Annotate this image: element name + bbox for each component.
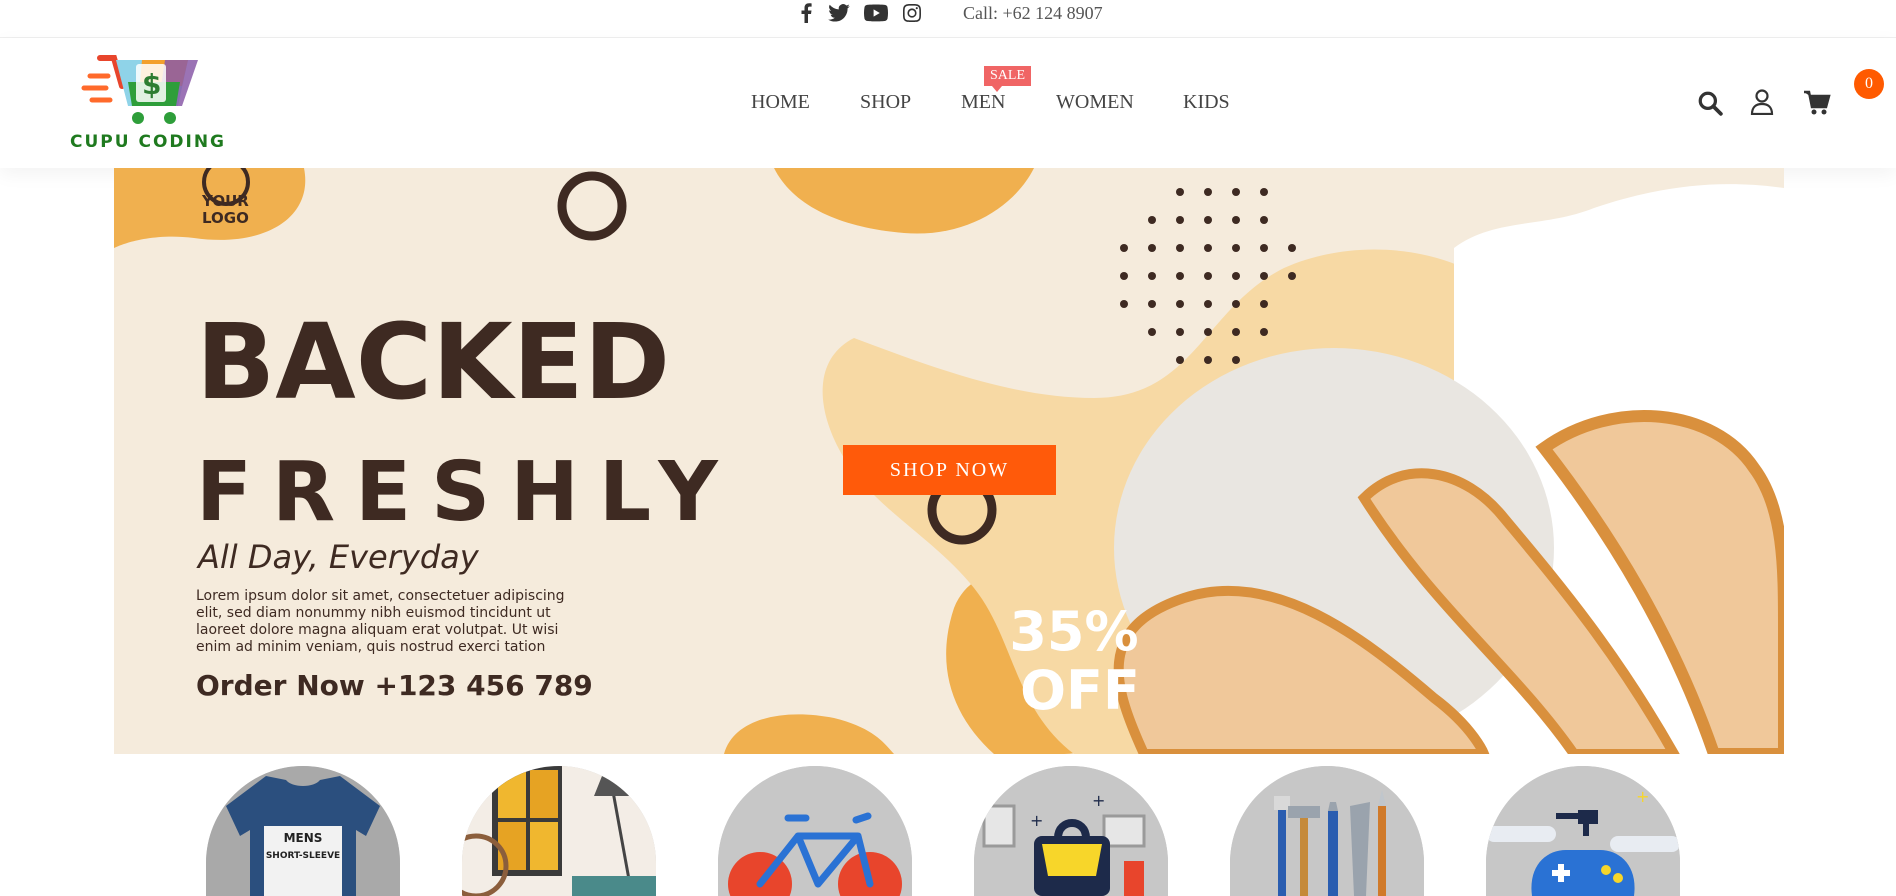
category-tshirt[interactable]: MENS SHORT-SLEEVE: [206, 766, 400, 896]
bicycle-icon: [718, 766, 912, 896]
cart-count-badge: 0: [1854, 69, 1884, 99]
category-home-decor[interactable]: [462, 766, 656, 896]
nav-home[interactable]: HOME: [751, 91, 810, 114]
banner-discount-1: 35%: [1009, 600, 1138, 663]
brand-logo[interactable]: $ CUPU CODING: [70, 46, 240, 156]
facebook-icon[interactable]: [800, 2, 812, 24]
svg-text:$: $: [142, 68, 161, 101]
cart-icon[interactable]: [1803, 90, 1831, 121]
top-bar: Call: +62 124 8907: [0, 0, 1896, 38]
call-number: Call: +62 124 8907: [963, 3, 1103, 23]
youtube-icon[interactable]: [864, 2, 888, 24]
category-gaming[interactable]: +: [1486, 766, 1680, 896]
user-icon[interactable]: [1750, 89, 1774, 120]
main-header: $ CUPU CODING HOME SHOP MEN WOMEN KIDS: [0, 38, 1896, 168]
nav-kids[interactable]: KIDS: [1183, 91, 1230, 114]
banner-tagline: All Day, Everyday: [196, 538, 480, 576]
brand-name: CUPU CODING: [70, 132, 227, 152]
tshirt-icon: MENS SHORT-SLEEVE: [206, 766, 400, 896]
banner-order-phone: Order Now +123 456 789: [196, 669, 593, 702]
shop-now-button[interactable]: SHOP NOW: [843, 445, 1056, 495]
cart-logo-icon: $: [81, 55, 198, 124]
banner-body-line-3: laoreet dolore magna aliquam erat volutp…: [196, 622, 558, 638]
banner-logo-text-1: YOUR: [201, 192, 249, 210]
nav-men[interactable]: MEN: [961, 91, 1005, 114]
banner-body-line-1: Lorem ipsum dolor sit amet, consectetuer…: [196, 588, 565, 604]
category-bicycle[interactable]: [718, 766, 912, 896]
banner-headline-1: BACKED: [196, 301, 670, 423]
twitter-icon[interactable]: [828, 2, 850, 24]
sale-badge: SALE: [984, 66, 1031, 92]
tshirt-text-2: SHORT-SLEEVE: [266, 851, 340, 861]
banner-body-line-4: enim ad minim veniam, quis nostrud exerc…: [196, 639, 545, 655]
category-bag[interactable]: + +: [974, 766, 1168, 896]
home-decor-icon: [462, 766, 656, 896]
nav-shop[interactable]: SHOP: [860, 91, 911, 114]
gamepad-icon: +: [1486, 766, 1680, 896]
banner-logo-text-2: LOGO: [202, 209, 249, 227]
banner-headline-2: FRESHLY: [196, 445, 738, 540]
svg-text:+: +: [1636, 787, 1649, 806]
category-tools[interactable]: [1230, 766, 1424, 896]
instagram-icon[interactable]: [903, 2, 921, 24]
bag-icon: + +: [974, 766, 1168, 896]
tshirt-text-1: MENS: [284, 831, 323, 845]
svg-text:+: +: [1030, 811, 1043, 830]
banner-discount-2: OFF: [1020, 659, 1140, 722]
svg-text:+: +: [1092, 791, 1105, 810]
search-icon[interactable]: [1697, 90, 1723, 121]
nav-women[interactable]: WOMEN: [1056, 91, 1134, 114]
banner-body-line-2: elit, sed diam nonummy nibh euismod tinc…: [196, 605, 551, 621]
tools-icon: [1230, 766, 1424, 896]
